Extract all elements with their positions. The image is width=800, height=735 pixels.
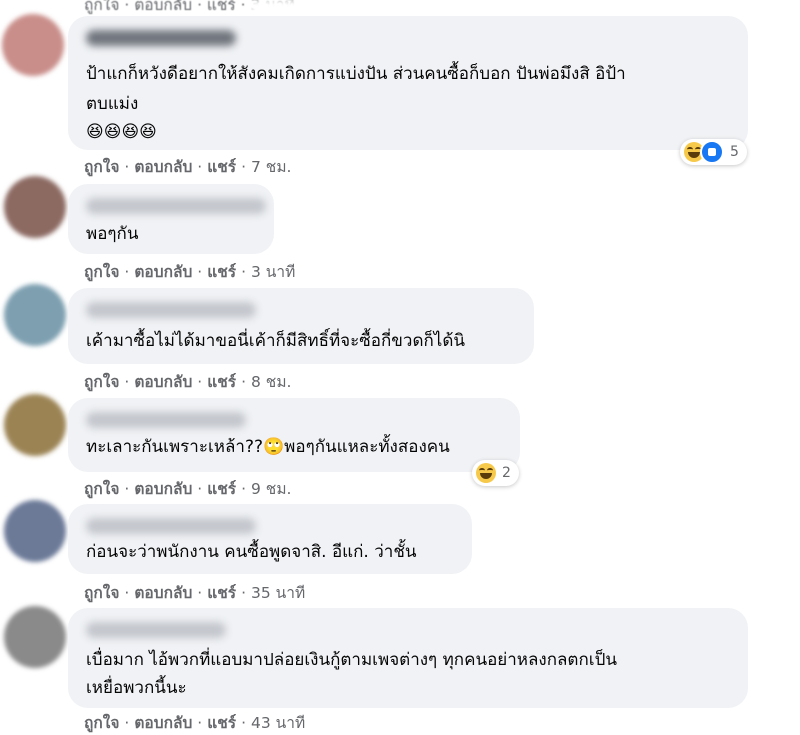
like-button[interactable]: ถูกใจ xyxy=(84,714,119,732)
comment-actions: ถูกใจ · ตอบกลับ · แชร์ · 7 ชม. xyxy=(84,154,291,179)
comment-bubble: ป้าแกก็หวังดีอยากให้สังคมเกิดการแบ่งปัน … xyxy=(68,16,748,150)
comment-time[interactable]: 43 นาที xyxy=(251,714,305,732)
commenter-name[interactable] xyxy=(86,622,226,638)
comment-actions: ถูกใจ · ตอบกลับ · แชร์ · 9 ชม. xyxy=(84,476,291,501)
separator: · xyxy=(124,373,130,391)
comment-bubble: เบื่อมาก ไอ้พวกที่แอบมาปล่อยเงินกู้ตามเพ… xyxy=(68,608,748,708)
share-button[interactable]: แชร์ xyxy=(207,263,236,281)
separator: · xyxy=(124,714,130,732)
comment-actions: ถูกใจ · ตอบกลับ · แชร์ · 43 นาที xyxy=(84,710,305,735)
comment-time[interactable]: 9 ชม. xyxy=(251,480,291,498)
comment-actions: ถูกใจ · ตอบกลับ · แชร์ · 8 ชม. xyxy=(84,369,291,394)
comment-text: ก่อนจะว่าพนักงาน คนซื้อพูดจาสิ. อีแก่. ว… xyxy=(86,542,417,562)
comment-text: เค้ามาซื้อไม่ได้มาขอนี่เค้าก็มีสิทธิ์ที่… xyxy=(86,331,466,351)
separator: · xyxy=(197,480,203,498)
comment-time[interactable]: 8 ชม. xyxy=(251,373,291,391)
avatar[interactable] xyxy=(4,606,66,668)
comment-emoji-line: 😆😆😆😆 xyxy=(86,122,157,142)
like-button[interactable]: ถูกใจ xyxy=(84,584,119,602)
commenter-name[interactable] xyxy=(86,30,236,46)
separator: · xyxy=(124,263,130,281)
comment-text-part: ทะเลาะกันเพราะเหล้า??🙄พอๆกันแหละทั้งสองค… xyxy=(86,437,450,457)
separator: · xyxy=(197,714,203,732)
reaction-count: 2 xyxy=(502,465,511,481)
avatar[interactable] xyxy=(2,14,64,76)
reaction-count: 5 xyxy=(730,144,739,160)
separator: · xyxy=(197,263,203,281)
reply-button[interactable]: ตอบกลับ xyxy=(134,584,192,602)
comment-text-line: ป้าแกก็หวังดีอยากให้สังคมเกิดการแบ่งปัน … xyxy=(86,64,626,84)
reaction-summary[interactable]: 2 xyxy=(472,460,519,486)
like-button[interactable]: ถูกใจ xyxy=(84,480,119,498)
reply-button[interactable]: ตอบกลับ xyxy=(134,263,192,281)
comment-time[interactable]: 3 นาที xyxy=(251,263,295,281)
reply-button[interactable]: ตอบกลับ xyxy=(134,480,192,498)
reply-button[interactable]: ตอบกลับ xyxy=(134,714,192,732)
comment-bubble: พอๆกัน xyxy=(68,184,274,254)
commenter-name[interactable] xyxy=(86,302,256,318)
comment-text: พอๆกัน xyxy=(86,224,139,244)
separator: · xyxy=(241,584,247,602)
separator: · xyxy=(197,584,203,602)
commenter-name[interactable] xyxy=(86,518,256,534)
share-button[interactable]: แชร์ xyxy=(207,373,236,391)
like-button[interactable]: ถูกใจ xyxy=(84,263,119,281)
reply-button[interactable]: ตอบกลับ xyxy=(134,158,192,176)
comment-time[interactable]: 35 นาที xyxy=(251,584,305,602)
like-button[interactable]: ถูกใจ xyxy=(84,373,119,391)
comment-time[interactable]: 7 ชม. xyxy=(251,158,291,176)
comment-bubble: เค้ามาซื้อไม่ได้มาขอนี่เค้าก็มีสิทธิ์ที่… xyxy=(68,288,534,364)
like-icon xyxy=(700,140,724,164)
separator: · xyxy=(124,584,130,602)
avatar[interactable] xyxy=(4,176,66,238)
avatar[interactable] xyxy=(4,500,66,562)
avatar[interactable] xyxy=(4,394,66,456)
comment-bubble: ก่อนจะว่าพนักงาน คนซื้อพูดจาสิ. อีแก่. ว… xyxy=(68,504,472,574)
share-button[interactable]: แชร์ xyxy=(207,714,236,732)
reaction-summary[interactable]: 5 xyxy=(680,139,747,165)
share-button[interactable]: แชร์ xyxy=(207,480,236,498)
share-button[interactable]: แชร์ xyxy=(207,584,236,602)
comment-text: ทะเลาะกันเพราะเหล้า??🙄พอๆกันแหละทั้งสองค… xyxy=(86,431,450,463)
comment-actions: ถูกใจ · ตอบกลับ · แชร์ · 35 นาที xyxy=(84,580,305,605)
separator: · xyxy=(241,714,247,732)
commenter-name[interactable] xyxy=(86,198,266,214)
separator: · xyxy=(241,373,247,391)
separator: · xyxy=(241,480,247,498)
separator: · xyxy=(241,263,247,281)
separator: · xyxy=(197,373,203,391)
share-button[interactable]: แชร์ xyxy=(207,158,236,176)
comment-text-line: เหยื่อพวกนี้นะ xyxy=(86,678,187,698)
separator: · xyxy=(241,158,247,176)
comment-bubble: ทะเลาะกันเพราะเหล้า??🙄พอๆกันแหละทั้งสองค… xyxy=(68,398,520,472)
commenter-name[interactable] xyxy=(86,412,246,428)
separator: · xyxy=(124,480,130,498)
like-button[interactable]: ถูกใจ xyxy=(84,158,119,176)
comment-actions: ถูกใจ · ตอบกลับ · แชร์ · 3 นาที xyxy=(84,259,295,284)
separator: · xyxy=(197,158,203,176)
avatar[interactable] xyxy=(4,284,66,346)
reply-button[interactable]: ตอบกลับ xyxy=(134,373,192,391)
separator: · xyxy=(124,158,130,176)
haha-icon xyxy=(476,463,496,483)
